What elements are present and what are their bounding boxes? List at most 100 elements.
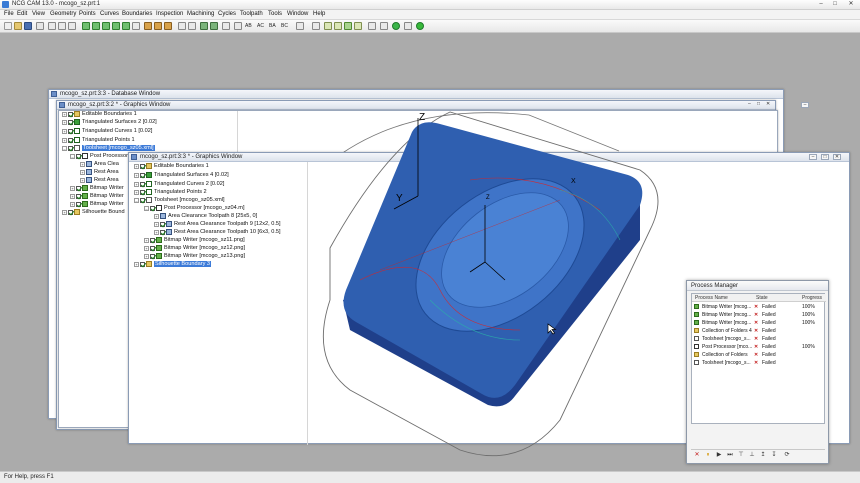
lasso-icon[interactable] [368, 22, 376, 30]
geometry-tool-icon[interactable] [92, 22, 100, 30]
menu-file[interactable]: File [4, 11, 14, 17]
process-row[interactable]: Toolsheet [mcogo_s... ✕ Failed [692, 336, 826, 343]
tree-item[interactable]: + Triangulated Curves 1 [0.02] [62, 128, 152, 137]
menu-boundaries[interactable]: Boundaries [122, 11, 152, 17]
process-row[interactable]: Toolsheet [mcogo_s... ✕ Failed [692, 360, 826, 367]
tree-item[interactable]: + Silhouette Bound [62, 209, 125, 218]
close-button[interactable]: ✕ [766, 101, 770, 107]
new-file-icon[interactable] [4, 22, 12, 30]
menu-edit[interactable]: Edit [17, 11, 27, 17]
geometry-tool-icon[interactable] [82, 22, 90, 30]
failed-icon: ✕ [754, 344, 759, 350]
menu-window[interactable]: Window [287, 11, 308, 17]
maximize-button[interactable]: □ [829, 1, 841, 8]
shading-icon[interactable] [324, 22, 332, 30]
failed-icon: ✕ [754, 304, 759, 310]
menu-toolpath[interactable]: Toolpath [240, 11, 263, 17]
close-button[interactable]: ✕ [833, 154, 841, 160]
status-bar: For Help, press F1 [0, 471, 860, 483]
column-process-name[interactable]: Process Name [695, 295, 728, 301]
maximize-button[interactable]: □ [757, 101, 760, 107]
process-row[interactable]: Collection of Folders 4 ✕ Failed [692, 328, 826, 335]
geometry-tool-icon[interactable] [102, 22, 110, 30]
view-ab-button[interactable]: AB [245, 23, 252, 29]
minimize-button[interactable]: – [815, 1, 827, 8]
copy-icon[interactable] [58, 22, 66, 30]
print-icon[interactable] [36, 22, 44, 30]
maximize-button[interactable]: □ [821, 154, 829, 160]
view-bc-button[interactable]: BC [281, 23, 288, 29]
view-ba-button[interactable]: BA [269, 23, 276, 29]
stop-icon[interactable] [404, 22, 412, 30]
database-window-caption: mcogo_sz.prt:3:3 - Database Window [49, 90, 783, 99]
failed-icon: ✕ [754, 320, 759, 326]
process-row[interactable]: Bitmap Writer [mcog... ✕ Failed 100% [692, 320, 826, 327]
menu-inspection[interactable]: Inspection [156, 11, 183, 17]
graphics-window-back-caption: mcogo_sz.prt:3:2 * - Graphics Window – [57, 101, 809, 110]
process-row[interactable]: Bitmap Writer [mcog... ✕ Failed 100% [692, 312, 826, 319]
process-manager-caption: Process Manager [687, 281, 828, 291]
menu-tools[interactable]: Tools [268, 11, 282, 17]
refresh-button[interactable]: ⟳ [783, 451, 791, 459]
move-bottom-button[interactable]: ⊥ [748, 451, 756, 459]
open-folder-icon[interactable] [14, 22, 22, 30]
view-top-icon[interactable] [234, 22, 242, 30]
axis-z-label: Z [419, 112, 426, 123]
geometry-tool-icon[interactable] [112, 22, 120, 30]
shading-icon[interactable] [344, 22, 352, 30]
close-button[interactable]: ✕ [845, 1, 857, 8]
process-grid: Process Name State Progress Bitmap Write… [691, 293, 826, 424]
step-process-button[interactable]: ⏭ [726, 451, 734, 459]
tree-item[interactable]: + Triangulated Surfaces 4 [0.02] [134, 172, 229, 181]
tree-item[interactable]: + Triangulated Surfaces 2 [0.02] [62, 119, 157, 128]
toolpath-icon[interactable] [210, 22, 218, 30]
pan-icon[interactable] [188, 22, 196, 30]
shading-icon[interactable] [312, 22, 320, 30]
process-row[interactable]: Collection of Folders ✕ Failed [692, 352, 826, 359]
go-icon[interactable] [416, 22, 424, 30]
view-iso-icon[interactable] [296, 22, 304, 30]
paste-icon[interactable] [68, 22, 76, 30]
machining-tool-icon[interactable] [164, 22, 172, 30]
menu-curves[interactable]: Curves [100, 11, 119, 17]
move-up-button[interactable]: ↥ [759, 451, 767, 459]
shading-icon[interactable] [334, 22, 342, 30]
move-top-button[interactable]: ⊤ [737, 451, 745, 459]
column-state[interactable]: State [756, 295, 768, 301]
menu-machining[interactable]: Machining [187, 11, 214, 17]
process-row[interactable]: Bitmap Writer [mcog... ✕ Failed 100% [692, 304, 826, 311]
rotate-icon[interactable] [222, 22, 230, 30]
process-manager-window[interactable]: Process Manager Process Name State Progr… [686, 280, 829, 464]
run-process-button[interactable]: ▶ [715, 451, 723, 459]
menu-points[interactable]: Points [79, 11, 96, 17]
tree-item[interactable]: + Editable Boundaries 1 [134, 163, 209, 172]
view-ac-button[interactable]: AC [257, 23, 264, 29]
tree-item-selected[interactable]: + Silhouette Boundary 3 [134, 261, 212, 270]
pause-process-button[interactable]: ⏸ [704, 451, 712, 459]
machining-tool-icon[interactable] [144, 22, 152, 30]
zoom-icon[interactable] [178, 22, 186, 30]
select-icon[interactable] [380, 22, 388, 30]
run-icon[interactable] [392, 22, 400, 30]
failed-icon: ✕ [754, 352, 759, 358]
menu-help[interactable]: Help [313, 11, 325, 17]
cut-icon[interactable] [48, 22, 56, 30]
menu-geometry[interactable]: Geometry [50, 11, 76, 17]
column-progress[interactable]: Progress [802, 295, 822, 301]
minimize-button[interactable]: – [801, 102, 809, 108]
move-down-button[interactable]: ↧ [770, 451, 778, 459]
menu-view[interactable]: View [32, 11, 45, 17]
minimize-button[interactable]: – [748, 101, 751, 107]
save-icon[interactable] [24, 22, 32, 30]
machining-tool-icon[interactable] [154, 22, 162, 30]
minimize-button[interactable]: – [809, 154, 817, 160]
shading-icon[interactable] [354, 22, 362, 30]
process-row[interactable]: Post Processor [mco... ✕ Failed 100% [692, 344, 826, 351]
cancel-process-button[interactable]: ✕ [693, 451, 701, 459]
graphics-window-front-title: mcogo_sz.prt:3:3 * - Graphics Window [140, 154, 243, 160]
failed-icon: ✕ [754, 360, 759, 366]
geometry-tool-icon[interactable] [122, 22, 130, 30]
toolpath-icon[interactable] [200, 22, 208, 30]
view-tool-icon[interactable] [132, 22, 140, 30]
menu-cycles[interactable]: Cycles [218, 11, 236, 17]
